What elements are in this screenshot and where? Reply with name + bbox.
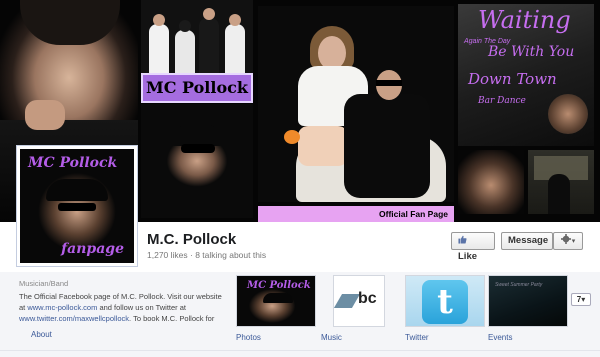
gear-icon [560,234,571,244]
band-member [199,18,219,74]
thumbs-up-icon [458,235,467,244]
more-apps-button[interactable]: 7▾ [571,293,591,306]
bottom-divider [0,350,600,357]
music-label[interactable]: Music [321,333,342,342]
legs-shape [298,126,348,166]
official-fan-page-banner: Official Fan Page [258,206,454,222]
profile-picture-name: MC Pollock [28,155,118,171]
profile-picture-image: MC Pollock fanpage [20,149,134,263]
hat-shape [46,179,108,201]
like-button[interactable]: Like [451,232,495,262]
photos-app-thumbnail[interactable]: MC Pollock [236,275,316,327]
cover-small-portrait [458,150,524,214]
waiting-line: Be With You [488,44,575,60]
band-member [175,30,195,74]
hat-shape [171,124,223,146]
page-category: Musician/Band [19,279,69,288]
shades-shape [376,80,402,86]
twitter-link[interactable]: www.twitter.com/maxwellcpollock [19,314,129,323]
band-member-head [153,14,165,26]
website-link[interactable]: www.mc-pollock.com [27,303,97,312]
sunglasses-shape [181,144,215,153]
about-link[interactable]: About [31,330,52,339]
twitter-app-thumbnail[interactable]: t [405,275,485,327]
events-app-thumbnail[interactable]: Sweet Summer Party [488,275,568,327]
sunglasses-shape [58,203,96,211]
woman-face-shape [318,36,346,70]
profile-picture-fanpage: fanpage [61,241,124,257]
man-body-shape [344,94,430,198]
cover-title-border [141,73,253,103]
twitter-label[interactable]: Twitter [405,333,429,342]
bandcamp-logo-icon: bc [334,290,382,310]
cover-couple-photo [258,6,454,202]
hair-shape [20,0,120,45]
cover-hat-portrait [141,104,253,218]
about-description: The Official Facebook page of M.C. Pollo… [19,291,225,324]
twitter-logo-icon: t [422,280,468,324]
about-text-part: . To book M.C. Pollock for [129,314,215,323]
events-label[interactable]: Events [488,333,512,342]
waiting-title: Waiting [478,6,571,34]
photos-label[interactable]: Photos [236,333,261,342]
events-thumbnail-text: Sweet Summer Party [495,282,543,288]
hand-shape [25,100,65,130]
hat-shape [263,293,293,303]
cover-waiting-poster: Waiting Again The Day Be With You Down T… [458,4,594,146]
waiting-line: Bar Dance [478,96,526,106]
band-member-head [229,14,241,26]
music-app-thumbnail[interactable]: bc [333,275,385,327]
band-member [225,24,245,74]
figure-shape [548,174,570,214]
band-member-head [203,8,215,20]
page-title[interactable]: M.C. Pollock [147,231,236,248]
band-member-head [179,20,191,32]
flowers-shape [284,130,300,144]
message-button[interactable]: Message [501,232,553,250]
profile-picture[interactable]: MC Pollock fanpage [17,146,137,266]
cover-band-group [141,0,253,74]
like-button-label: Like [458,251,478,262]
photos-thumbnail-text: MC Pollock [247,280,311,291]
cover-small-window-photo [528,150,594,214]
about-text-part: and follow us on Twitter at [97,303,187,312]
bandcamp-slab-shape [334,294,361,308]
facebook-page: MC Pollock Official Fan Page Waiting Aga… [0,0,600,357]
bandcamp-logo-text: bc [358,290,377,307]
page-stats: 1,270 likes · 8 talking about this [147,250,267,260]
band-member [149,24,169,74]
settings-menu-button[interactable]: ▾ [553,232,583,250]
waiting-line: Down Town [468,70,557,88]
poster-face-shape [548,94,588,134]
chevron-down-icon: ▾ [571,238,576,245]
